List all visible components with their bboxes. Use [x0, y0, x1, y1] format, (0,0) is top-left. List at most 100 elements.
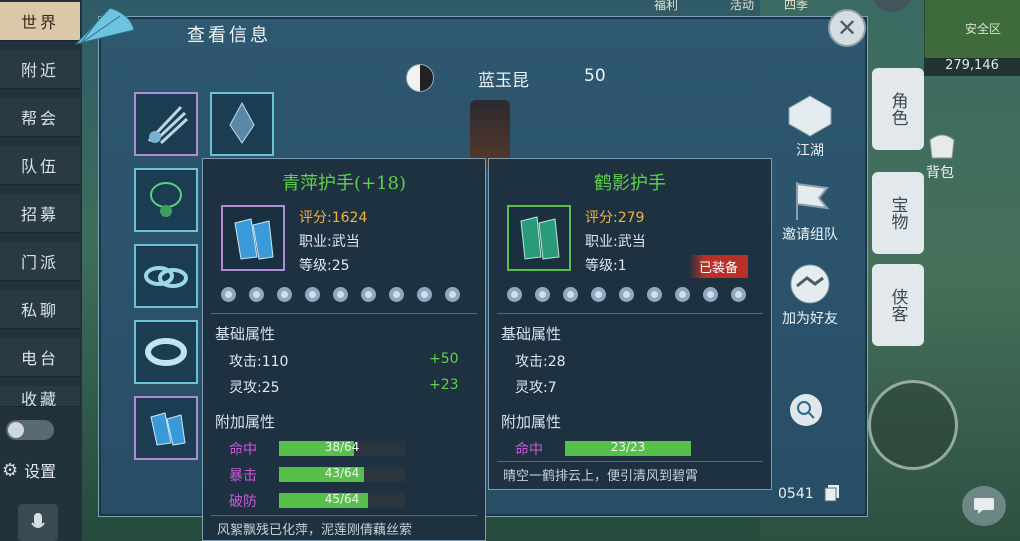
player-level: 50 [584, 66, 606, 86]
zoom-button[interactable] [790, 394, 822, 426]
handshake-icon [785, 262, 835, 306]
gem-slot-icon [333, 287, 348, 302]
item-flavor-text: 风絮飘残已化萍，泥莲刚倩藕丝萦 [217, 523, 413, 538]
minimap-zone: 安全区 [965, 22, 1002, 36]
lock-toggle[interactable] [6, 420, 54, 440]
equip-slot-gloves[interactable] [134, 396, 198, 460]
invite-team-label: 邀请组队 [782, 227, 838, 243]
sidebar-tab-team[interactable]: 队伍 [0, 146, 80, 185]
extra-stat-value: 45/64 [324, 492, 360, 506]
item-score: 评分:279 [585, 210, 645, 226]
item-name: 鹤影护手 [594, 173, 666, 194]
close-icon: ✕ [836, 14, 858, 42]
gem-slot-icon [591, 287, 606, 302]
top-hud: 福利 活动 四季 [640, 0, 860, 16]
gem-slot-icon [619, 287, 634, 302]
gear-icon: ⚙ [2, 459, 19, 481]
copy-icon [824, 485, 839, 502]
skill-wheel[interactable] [868, 380, 958, 470]
sidebar-tab-guild[interactable]: 帮会 [0, 98, 80, 137]
close-button[interactable]: ✕ [828, 9, 866, 47]
lock-icon [8, 422, 24, 438]
shoulder-icon [229, 101, 255, 144]
extra-stat-label: 命中 [515, 442, 543, 458]
extra-stats-title: 附加属性 [215, 413, 276, 431]
gem-slot-icon [675, 287, 690, 302]
extra-stat-label: 破防 [229, 494, 257, 510]
gem-slot-icon [445, 287, 460, 302]
gem-slots [507, 287, 746, 302]
badge-icon [785, 94, 835, 138]
voice-button[interactable] [18, 504, 58, 541]
equip-slot-weapon[interactable] [134, 92, 198, 156]
sidebar-tab-sect[interactable]: 门派 [0, 242, 80, 281]
weapon-icon [147, 105, 189, 145]
base-stat-spirit-bonus: +23 [429, 377, 459, 393]
invite-team-button[interactable]: 邀请组队 [770, 178, 850, 244]
item-thumbnail [507, 205, 571, 271]
divider [497, 461, 763, 462]
base-stat-spirit: 灵攻:25 [229, 380, 280, 396]
bracelet-icon [145, 338, 187, 366]
extra-stat-bar: 38/64 [279, 440, 405, 456]
item-class: 职业:武当 [585, 234, 646, 250]
gem-slot-icon [277, 287, 292, 302]
sidebar-tab-radio[interactable]: 电台 [0, 338, 80, 377]
gem-slot-icon [507, 287, 522, 302]
tab-treasure[interactable]: 宝物 [872, 172, 924, 254]
player-name: 蓝玉昆 [478, 71, 529, 91]
copy-button[interactable] [824, 484, 840, 502]
base-stat-spirit: 灵攻:7 [515, 380, 557, 396]
yin-yang-icon [406, 64, 434, 92]
divider [211, 515, 477, 516]
gem-slots [221, 287, 460, 302]
necklace-icon [150, 182, 182, 217]
bag-label: 背包 [926, 165, 954, 181]
extra-stat-bar: 23/23 [565, 440, 691, 456]
sidebar-tab-favorites[interactable]: 收藏 [0, 386, 80, 407]
add-friend-button[interactable]: 加为好友 [770, 262, 850, 328]
ring-icon [144, 266, 188, 288]
base-stat-attack-bonus: +50 [429, 351, 459, 367]
base-stat-attack: 攻击:28 [515, 354, 566, 370]
flag-icon [785, 178, 835, 222]
base-stat-attack: 攻击:110 [229, 354, 289, 370]
item-score: 评分:1624 [299, 210, 368, 226]
tab-companion[interactable]: 侠客 [872, 264, 924, 346]
gem-slot-icon [647, 287, 662, 302]
equip-slot-ring[interactable] [134, 244, 198, 308]
equipped-badge: 已装备 [689, 255, 749, 278]
welfare-label[interactable]: 福利 [654, 0, 678, 13]
item-class: 职业:武当 [299, 234, 360, 250]
extra-stat-label: 暴击 [229, 468, 257, 484]
gem-slot-icon [535, 287, 550, 302]
minimap[interactable]: 安全区 [924, 0, 1020, 60]
item-flavor-text: 晴空一鹤排云上，便引清风到碧霄 [503, 469, 699, 484]
settings-button[interactable]: ⚙ 设置 [2, 458, 78, 482]
sidebar-tab-recruit[interactable]: 招募 [0, 194, 80, 233]
jianghu-button[interactable]: 江湖 [770, 94, 850, 160]
panel-title: 查看信息 [187, 25, 271, 46]
tab-character[interactable]: 角色 [872, 68, 924, 150]
item-card-inspected: 青萍护手(+18) 评分:1624 职业:武当 等级:25 基础属性 攻击:11… [202, 158, 486, 541]
magnifier-icon [797, 401, 815, 419]
sidebar-tab-nearby[interactable]: 附近 [0, 50, 80, 89]
chat-bubble-button[interactable] [962, 486, 1006, 526]
season-label[interactable]: 四季 [784, 0, 808, 13]
item-name: 青萍护手(+18) [281, 173, 407, 194]
gem-slot-icon [221, 287, 236, 302]
sidebar-tab-world[interactable]: 世界 [0, 2, 80, 41]
jianghu-label: 江湖 [796, 143, 824, 159]
sidebar-tab-private[interactable]: 私聊 [0, 290, 80, 329]
equip-slot-necklace[interactable] [134, 168, 198, 232]
activity-label[interactable]: 活动 [730, 0, 754, 13]
equip-slot-shoulder[interactable] [210, 92, 274, 156]
extra-stat-value: 43/64 [324, 466, 360, 480]
extra-stat-value: 23/23 [610, 440, 646, 454]
divider [497, 313, 763, 314]
extra-stats-title: 附加属性 [501, 413, 562, 431]
divider [211, 313, 477, 314]
equip-slot-bracelet[interactable] [134, 320, 198, 384]
bag-icon[interactable] [924, 130, 960, 160]
gloves-icon [520, 216, 560, 260]
